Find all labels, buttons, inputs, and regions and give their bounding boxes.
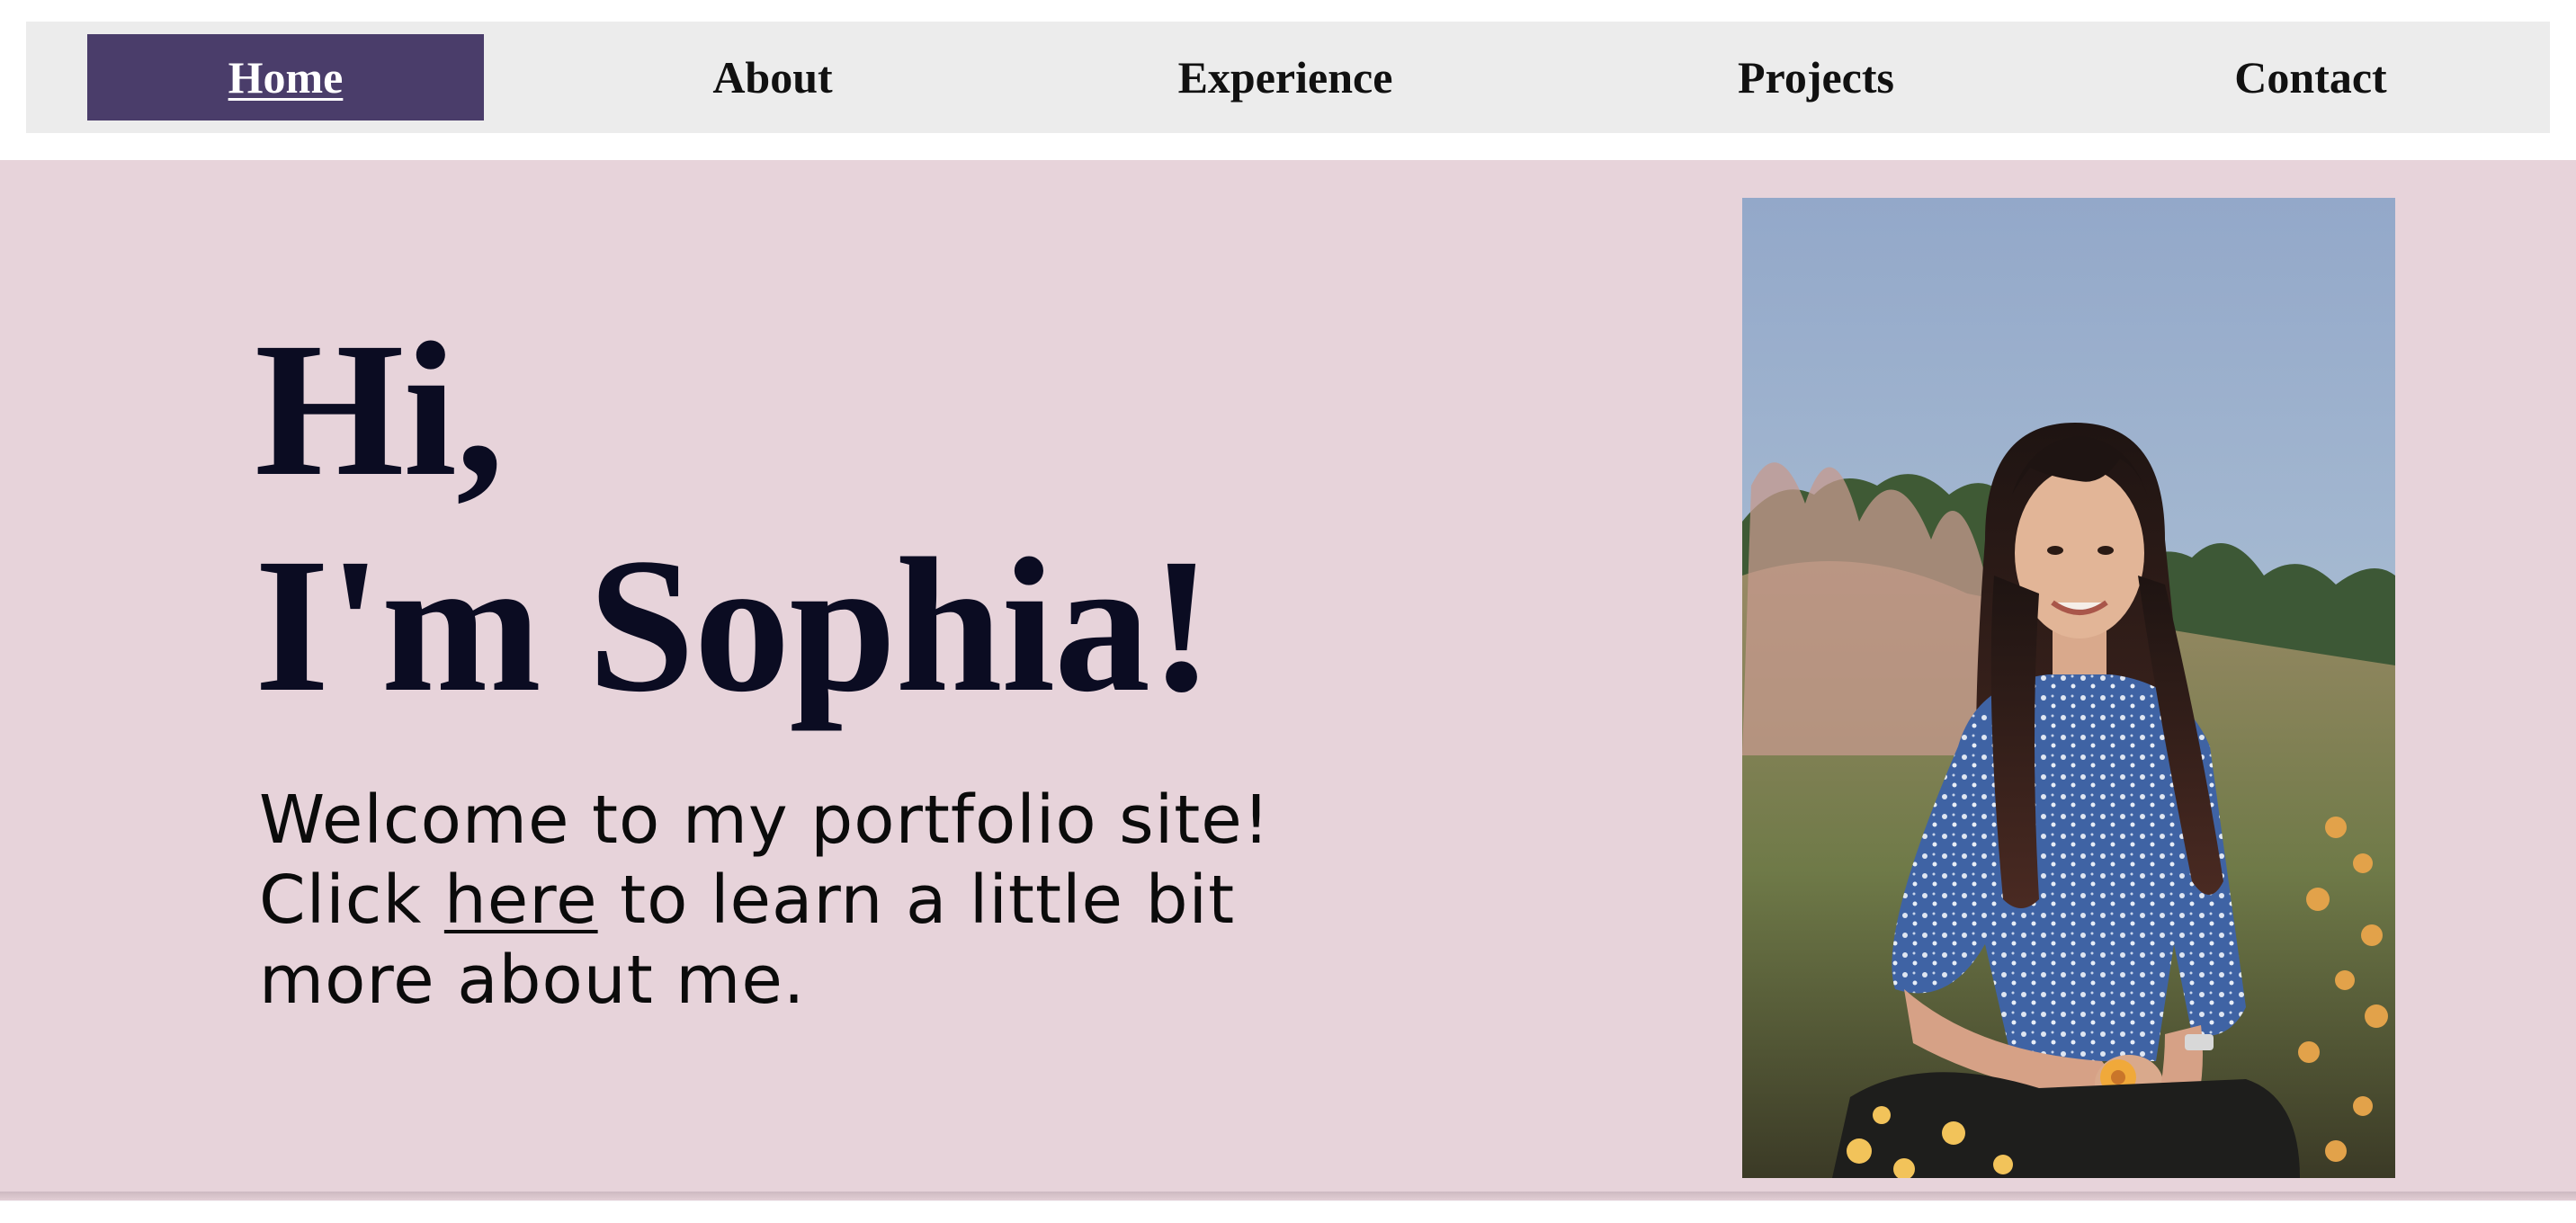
nav-item-projects[interactable]: Projects — [1663, 22, 1969, 133]
nav-item-about[interactable]: About — [656, 22, 890, 133]
nav-item-contact[interactable]: Contact — [2167, 22, 2455, 133]
hero-section: Hi, I'm Sophia! Welcome to my portfolio … — [0, 160, 2576, 1201]
nav-item-home[interactable]: Home — [87, 34, 484, 121]
welcome-line-1: Welcome to my portfolio site! — [259, 781, 1271, 859]
greeting-line-1: Hi, — [255, 303, 504, 516]
portrait-photo-image — [1742, 198, 2395, 1178]
hero-heading: Hi, I'm Sophia! — [255, 302, 1213, 734]
portrait-photo — [1742, 198, 2395, 1178]
section-divider-shadow — [0, 1192, 2576, 1202]
click-suffix: to learn a little bit — [597, 861, 1236, 939]
welcome-text: Welcome to my portfolio site! Click here… — [259, 781, 1302, 1021]
click-prefix: Click — [259, 861, 444, 939]
welcome-line-3: more about me. — [259, 942, 806, 1019]
navigation-bar: Home About Experience Projects Contact — [26, 22, 2550, 133]
header: Home About Experience Projects Contact — [0, 0, 2576, 160]
greeting-line-2: I'm Sophia! — [255, 519, 1213, 732]
about-link[interactable]: here — [444, 861, 598, 939]
nav-item-experience[interactable]: Experience — [1114, 22, 1456, 133]
